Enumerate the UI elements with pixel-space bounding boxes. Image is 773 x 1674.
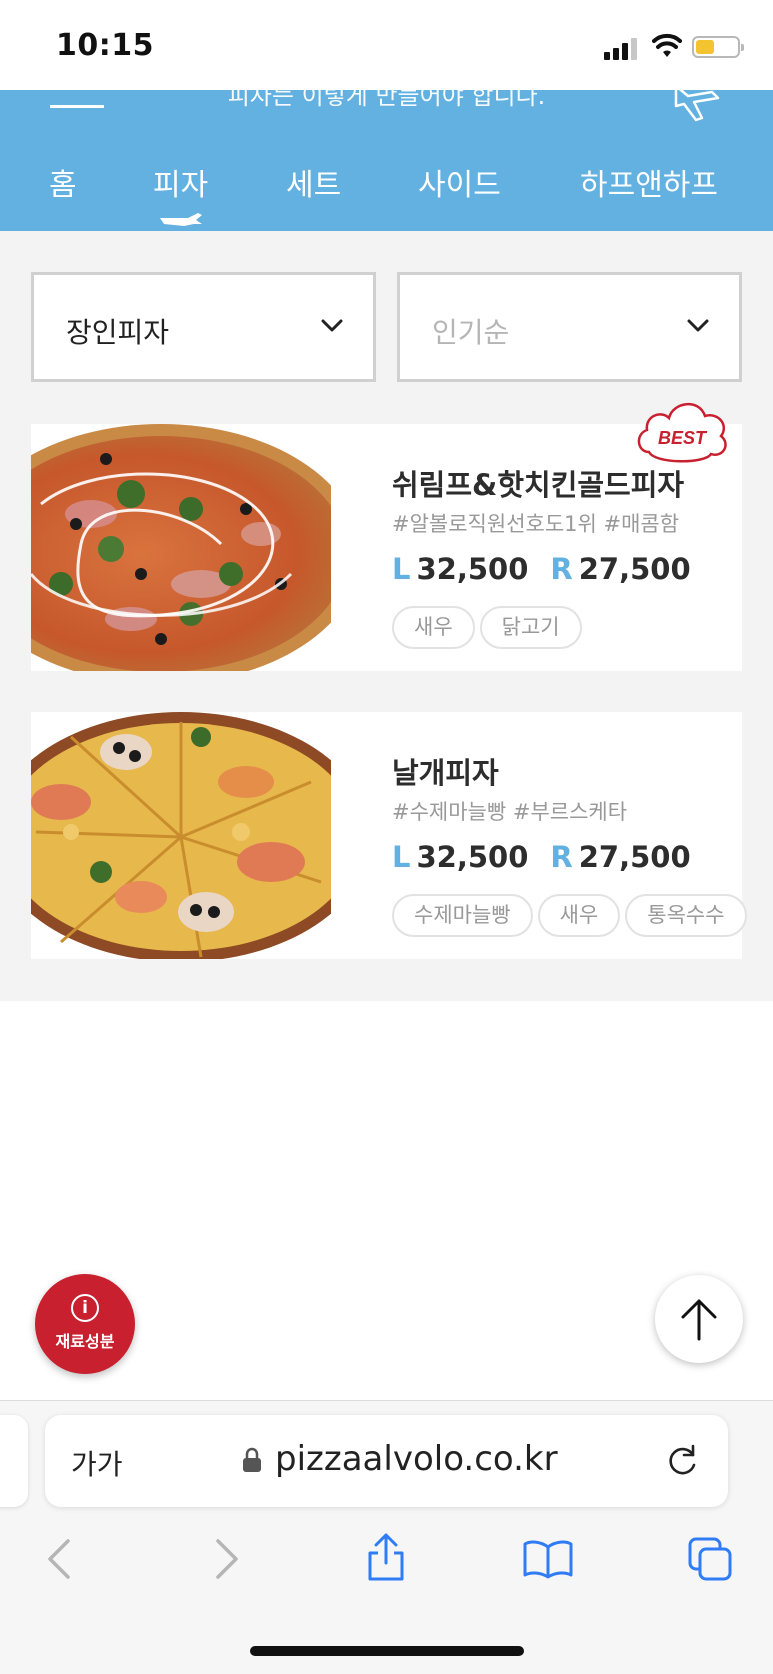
- lock-icon: [243, 1447, 261, 1472]
- size-l-label: L: [392, 552, 411, 586]
- nav-side[interactable]: 사이드: [418, 160, 501, 204]
- best-badge: BEST: [637, 403, 727, 463]
- ingredient-chip[interactable]: 새우: [392, 606, 475, 649]
- product-prices: L 32,500 R 27,500: [392, 840, 691, 874]
- bookmarks-icon[interactable]: [522, 1537, 574, 1581]
- url-text[interactable]: pizzaalvolo.co.kr: [275, 1439, 558, 1479]
- tabs-icon[interactable]: [686, 1535, 734, 1583]
- ingredient-info-button[interactable]: i 재료성분: [35, 1274, 135, 1374]
- category-select-value: 장인피자: [66, 316, 170, 349]
- home-indicator: [250, 1646, 524, 1656]
- reload-icon[interactable]: [663, 1441, 701, 1479]
- pizza-image: [31, 712, 331, 959]
- product-prices: L 32,500 R 27,500: [392, 552, 691, 586]
- page: 10:15 피자는 이렇게 만들어야 합니다. 홈 피자 세트 사이드 하프앤하…: [0, 0, 773, 1674]
- ingredient-chip[interactable]: 통옥수수: [625, 894, 747, 937]
- ingredient-chip[interactable]: 수제마늘빵: [392, 894, 533, 937]
- category-select[interactable]: 장인피자: [31, 272, 376, 382]
- previous-tab-peek[interactable]: [0, 1415, 28, 1507]
- back-icon[interactable]: [46, 1537, 72, 1581]
- scroll-to-top-button[interactable]: [655, 1275, 743, 1363]
- ingredient-chip[interactable]: 닭고기: [479, 606, 582, 649]
- browser-toolbar: 가가 pizzaalvolo.co.kr: [0, 1400, 773, 1674]
- product-card[interactable]: 날개피자 #수제마늘빵 #부르스케타 L 32,500 R 27,500 수제마늘빵 새…: [31, 712, 747, 959]
- sort-select-placeholder: 인기순: [432, 316, 510, 349]
- ingredient-chip[interactable]: 새우: [537, 894, 621, 937]
- product-list-area: 장인피자 인기순 BEST 쉬림프&핫치킨골드피자 #알볼로직원선호도1위 #매…: [0, 231, 773, 1001]
- pizza-image: [31, 424, 331, 671]
- product-card[interactable]: BEST 쉬림프&핫치킨골드피자 #알볼로직원선호도1위 #매콤함 L 32,50…: [31, 403, 742, 671]
- nav-home[interactable]: 홈: [49, 160, 77, 204]
- status-bar: 10:15: [0, 0, 773, 90]
- product-hashtags: #알볼로직원선호도1위 #매콤함: [392, 512, 680, 536]
- ingredient-chips: 수제마늘빵 새우 통옥수수: [392, 894, 752, 937]
- address-bar[interactable]: 가가 pizzaalvolo.co.kr: [45, 1415, 728, 1507]
- airplane-logo-icon[interactable]: [672, 90, 722, 124]
- size-r-label: R: [550, 840, 573, 874]
- ingredient-info-label: 재료성분: [55, 1332, 115, 1351]
- nav-pizza[interactable]: 피자: [153, 160, 208, 204]
- main-nav: 홈 피자 세트 사이드 하프앤하프: [0, 160, 773, 210]
- best-badge-label: BEST: [658, 428, 708, 448]
- product-name: 날개피자: [392, 756, 499, 790]
- text-size-button[interactable]: 가가: [71, 1443, 123, 1483]
- nav-set[interactable]: 세트: [286, 160, 341, 204]
- wifi-icon: [652, 33, 682, 57]
- info-icon: i: [71, 1294, 99, 1322]
- battery-icon: [692, 36, 744, 58]
- active-nav-plane-icon: [160, 213, 202, 226]
- site-header: 피자는 이렇게 만들어야 합니다. 홈 피자 세트 사이드 하프앤하프: [0, 90, 773, 231]
- size-r-label: R: [550, 552, 573, 586]
- price-l: 32,500: [416, 840, 529, 874]
- product-name: 쉬림프&핫치킨골드피자: [392, 468, 685, 502]
- price-l: 32,500: [416, 552, 529, 586]
- chevron-down-icon: [687, 319, 709, 332]
- product-hashtags: #수제마늘빵 #부르스케타: [392, 800, 628, 824]
- chevron-down-icon: [321, 319, 343, 332]
- share-icon[interactable]: [364, 1531, 408, 1583]
- header-slogan: 피자는 이렇게 만들어야 합니다.: [227, 90, 546, 110]
- cellular-signal-icon: [604, 36, 640, 60]
- nav-half-and-half[interactable]: 하프앤하프: [580, 160, 718, 204]
- sort-select[interactable]: 인기순: [397, 272, 742, 382]
- status-time: 10:15: [56, 28, 154, 63]
- price-r: 27,500: [578, 552, 691, 586]
- price-r: 27,500: [578, 840, 691, 874]
- forward-icon[interactable]: [214, 1537, 240, 1581]
- arrow-up-icon: [681, 1299, 717, 1341]
- size-l-label: L: [392, 840, 411, 874]
- ingredient-chips: 새우 닭고기: [392, 606, 587, 649]
